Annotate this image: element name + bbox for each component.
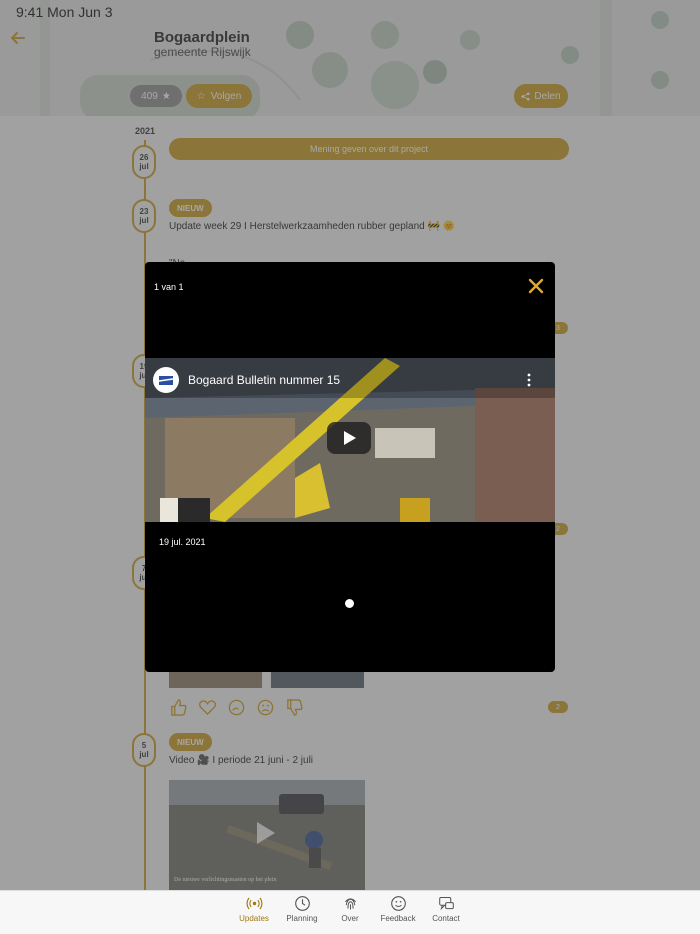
- video-play-button[interactable]: [327, 422, 371, 454]
- fingerprint-icon: [344, 898, 356, 910]
- media-counter: 1 van 1: [154, 282, 184, 292]
- channel-logo-icon: [154, 368, 178, 392]
- tab-label: Updates: [239, 914, 269, 923]
- tab-label: Over: [341, 914, 359, 923]
- tab-label: Feedback: [380, 914, 416, 923]
- video-title[interactable]: Bogaard Bulletin nummer 15: [188, 373, 340, 387]
- tab-contact[interactable]: Contact: [429, 895, 463, 934]
- more-options-icon[interactable]: [527, 373, 531, 387]
- tab-updates[interactable]: Updates: [237, 895, 271, 934]
- broadcast-icon: [246, 897, 262, 910]
- tab-over[interactable]: Over: [333, 895, 367, 934]
- media-date: 19 jul. 2021: [159, 537, 206, 547]
- media-viewer-modal: 1 van 1 Bogaard Bulletin nummer 15 19 ju…: [145, 262, 555, 672]
- pagination-dot[interactable]: [345, 599, 354, 608]
- tab-label: Contact: [432, 914, 460, 923]
- tab-planning[interactable]: Planning: [285, 895, 319, 934]
- tab-feedback[interactable]: Feedback: [380, 895, 416, 934]
- play-icon: [344, 431, 356, 445]
- bottom-tab-bar: Updates Planning Over Feedback Contact: [0, 890, 700, 934]
- clock-icon: [294, 896, 310, 911]
- tab-label: Planning: [286, 914, 318, 923]
- smiley-icon: [390, 896, 406, 911]
- chat-icon: [438, 897, 454, 911]
- close-icon[interactable]: [526, 276, 546, 296]
- embedded-video[interactable]: Bogaard Bulletin nummer 15: [145, 358, 555, 522]
- channel-avatar[interactable]: [153, 367, 179, 393]
